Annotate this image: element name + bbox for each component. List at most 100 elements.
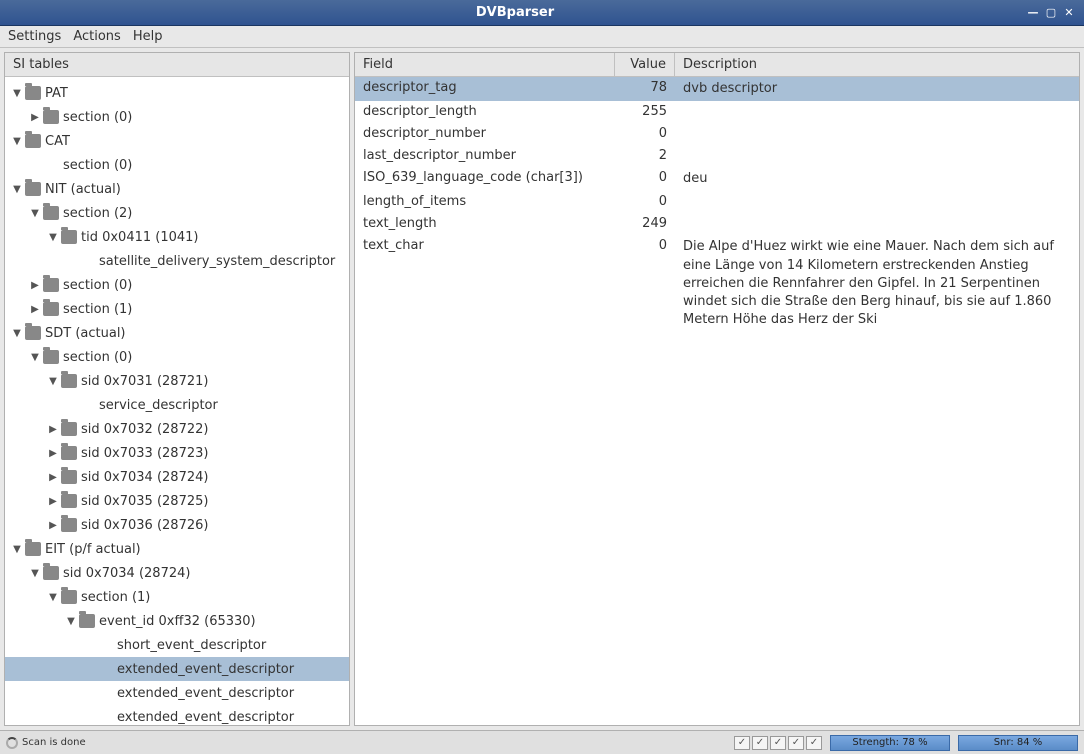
tree-item[interactable]: ▼sid 0x7034 (28724) [5,561,349,585]
tree-item-label: satellite_delivery_system_descriptor [99,254,335,269]
tree-item[interactable]: section (0) [5,153,349,177]
cell-description: Die Alpe d'Huez wirkt wie eine Mauer. Na… [675,235,1079,332]
chevron-down-icon[interactable]: ▼ [65,616,77,627]
status-text: Scan is done [6,737,730,749]
folder-icon [43,566,59,580]
snr-meter: Snr: 84 % [958,735,1078,751]
tree-item[interactable]: ▶ section (0) [5,273,349,297]
tree-item[interactable]: extended_event_descriptor [5,657,349,681]
menu-help[interactable]: Help [133,29,163,44]
table-row[interactable]: last_descriptor_number2 [355,145,1079,167]
tree-item-label: extended_event_descriptor [117,662,294,677]
tree-item[interactable]: ▼NIT (actual) [5,177,349,201]
tree-item[interactable]: ▼ tid 0x0411 (1041) [5,225,349,249]
tree-item[interactable]: ▼ section (2) [5,201,349,225]
table-row[interactable]: ISO_639_language_code (char[3])0deu [355,167,1079,191]
table-row[interactable]: text_char0Die Alpe d'Huez wirkt wie eine… [355,235,1079,332]
tree-item[interactable]: ▼section (0) [5,345,349,369]
menu-actions[interactable]: Actions [73,29,121,44]
tree-item-label: tid 0x0411 (1041) [81,230,199,245]
chevron-down-icon[interactable]: ▼ [29,352,41,363]
col-header-value[interactable]: Value [615,53,675,76]
tree-item[interactable]: ▶sid 0x7036 (28726) [5,513,349,537]
cell-value: 0 [615,191,675,212]
maximize-button[interactable]: ▢ [1042,5,1060,21]
tree-item-label: EIT (p/f actual) [45,542,141,557]
chevron-down-icon[interactable]: ▼ [47,592,59,603]
tree-item[interactable]: ▶sid 0x7032 (28722) [5,417,349,441]
chevron-right-icon[interactable]: ▶ [47,472,59,483]
tree-item[interactable]: ▼ CAT [5,129,349,153]
tree-item[interactable]: service_descriptor [5,393,349,417]
menu-settings[interactable]: Settings [8,29,61,44]
chevron-right-icon[interactable]: ▶ [47,496,59,507]
tree-item-label: sid 0x7035 (28725) [81,494,208,509]
cell-value: 78 [615,77,675,98]
si-tables-tree[interactable]: ▼PAT▶section (0)▼CATsection (0)▼NIT (act… [5,77,349,725]
tree-item-label: CAT [45,134,70,149]
chevron-down-icon[interactable]: ▼ [29,568,41,579]
chevron-right-icon[interactable]: ▶ [47,448,59,459]
chevron-right-icon[interactable]: ▶ [29,112,41,123]
folder-icon [43,302,59,316]
table-row[interactable]: descriptor_number0 [355,123,1079,145]
chevron-right-icon[interactable]: ▶ [29,280,41,291]
close-button[interactable]: ✕ [1060,5,1078,21]
tree-item[interactable]: ▼SDT (actual) [5,321,349,345]
folder-icon [61,470,77,484]
check-5[interactable]: ✓ [806,736,822,750]
tree-item[interactable]: satellite_delivery_system_descriptor [5,249,349,273]
chevron-down-icon[interactable]: ▼ [11,136,23,147]
tree-item[interactable]: extended_event_descriptor [5,681,349,705]
chevron-right-icon[interactable]: ▶ [47,424,59,435]
status-checks: ✓ ✓ ✓ ✓ ✓ [734,736,822,750]
tree-item-label: extended_event_descriptor [117,710,294,725]
tree-item[interactable]: ▶section (0) [5,105,349,129]
check-1[interactable]: ✓ [734,736,750,750]
table-row[interactable]: descriptor_length255 [355,101,1079,123]
tree-item[interactable]: ▼event_id 0xff32 (65330) [5,609,349,633]
tree-item[interactable]: ▼sid 0x7031 (28721) [5,369,349,393]
chevron-down-icon[interactable]: ▼ [11,88,23,99]
check-4[interactable]: ✓ [788,736,804,750]
cell-description [675,101,1079,107]
chevron-down-icon[interactable]: ▼ [47,232,59,243]
folder-icon [61,518,77,532]
chevron-down-icon[interactable]: ▼ [11,184,23,195]
chevron-down-icon[interactable]: ▼ [29,208,41,219]
content-area: SI tables ▼PAT▶section (0)▼CATsection (0… [0,48,1084,730]
menubar: Settings Actions Help [0,26,1084,48]
tree-item[interactable]: ▶section (1) [5,297,349,321]
chevron-right-icon[interactable]: ▶ [47,520,59,531]
cell-field: descriptor_number [355,123,615,144]
tree-item[interactable]: ▶sid 0x7034 (28724) [5,465,349,489]
tree-item[interactable]: ▼PAT [5,81,349,105]
si-tables-panel: SI tables ▼PAT▶section (0)▼CATsection (0… [4,52,350,726]
table-row[interactable]: length_of_items0 [355,191,1079,213]
chevron-down-icon[interactable]: ▼ [11,544,23,555]
strength-meter: Strength: 78 % [830,735,950,751]
table-row[interactable]: text_length249 [355,213,1079,235]
tree-item-label: section (2) [63,206,132,221]
chevron-down-icon[interactable]: ▼ [47,376,59,387]
folder-icon [43,350,59,364]
cell-field: text_char [355,235,615,256]
tree-item[interactable]: ▼section (1) [5,585,349,609]
tree-item[interactable]: ▶ sid 0x7035 (28725) [5,489,349,513]
chevron-down-icon[interactable]: ▼ [11,328,23,339]
cell-value: 0 [615,235,675,256]
table-row[interactable]: descriptor_tag78dvb descriptor [355,77,1079,101]
tree-item-label: section (0) [63,278,132,293]
col-header-description[interactable]: Description [675,53,1079,76]
tree-item[interactable]: extended_event_descriptor [5,705,349,725]
check-2[interactable]: ✓ [752,736,768,750]
tree-item[interactable]: short_event_descriptor [5,633,349,657]
tree-item[interactable]: ▶sid 0x7033 (28723) [5,441,349,465]
folder-icon [25,326,41,340]
col-header-field[interactable]: Field [355,53,615,76]
minimize-button[interactable]: — [1024,5,1042,21]
chevron-right-icon[interactable]: ▶ [29,304,41,315]
check-3[interactable]: ✓ [770,736,786,750]
table-body[interactable]: descriptor_tag78dvb descriptordescriptor… [355,77,1079,725]
tree-item[interactable]: ▼ EIT (p/f actual) [5,537,349,561]
